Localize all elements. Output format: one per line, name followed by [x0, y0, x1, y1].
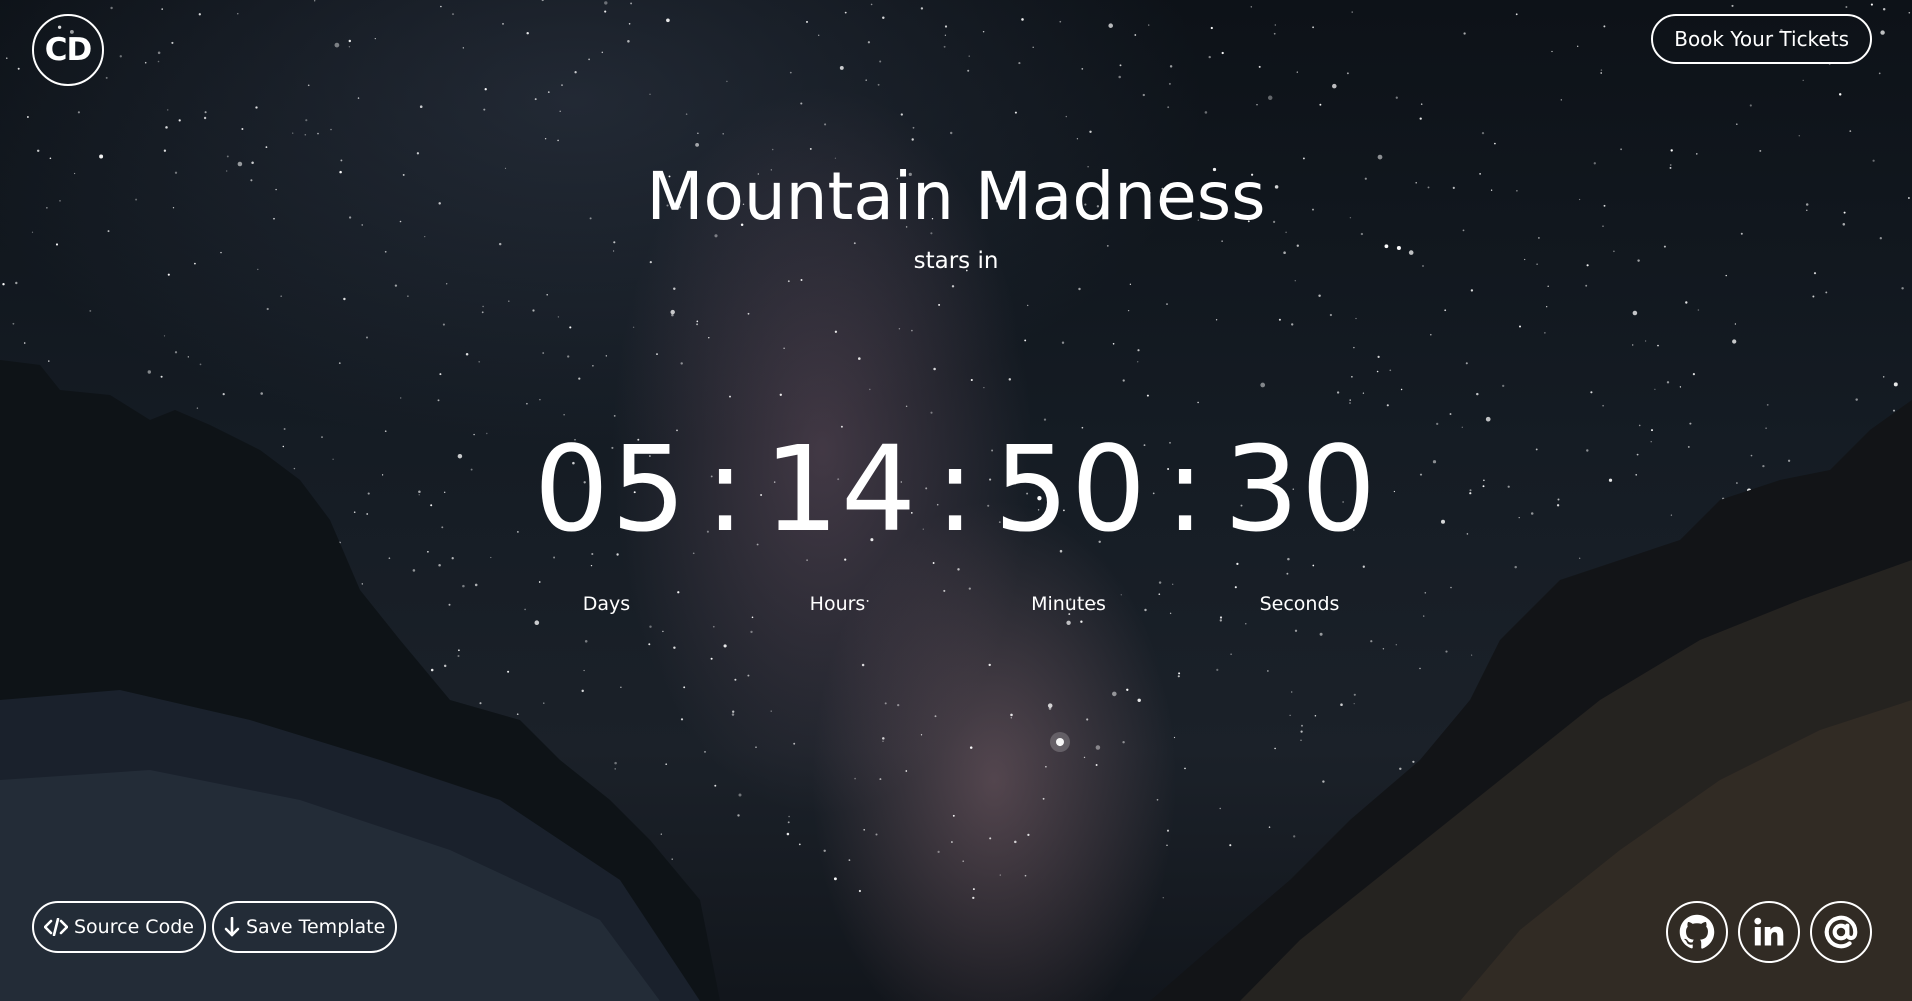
github-link[interactable] — [1666, 901, 1728, 963]
at-sign-icon — [1822, 913, 1860, 951]
book-tickets-label: Book Your Tickets — [1674, 27, 1849, 51]
linkedin-link[interactable] — [1738, 901, 1800, 963]
brand-logo[interactable]: CD — [32, 14, 104, 86]
email-link[interactable] — [1810, 901, 1872, 963]
logo-text: CD — [44, 32, 92, 68]
countdown-page: CD Book Your Tickets Mountain Madness st… — [0, 0, 1912, 1001]
countdown-seconds: 30 — [1223, 420, 1379, 558]
label-hours: Hours — [809, 593, 866, 615]
countdown-minutes: 50 — [993, 420, 1149, 558]
book-tickets-button[interactable]: Book Your Tickets — [1651, 14, 1872, 64]
label-days: Days — [582, 593, 631, 615]
social-links — [1666, 901, 1872, 963]
event-title: Mountain Madness — [646, 158, 1266, 235]
countdown-labels: Days Hours Minutes Seconds — [0, 593, 1912, 615]
source-code-label: Source Code — [74, 916, 194, 938]
source-code-button[interactable]: Source Code — [32, 901, 206, 953]
event-subtitle: stars in — [913, 248, 999, 274]
countdown-days: 05 — [533, 420, 689, 558]
countdown-separator: : — [705, 420, 747, 558]
download-arrow-icon — [224, 917, 240, 937]
code-icon — [44, 918, 68, 936]
countdown-separator: : — [1165, 420, 1207, 558]
label-minutes: Minutes — [1031, 593, 1106, 615]
label-seconds: Seconds — [1259, 593, 1340, 615]
countdown-separator: : — [935, 420, 977, 558]
save-template-label: Save Template — [245, 916, 386, 938]
linkedin-icon — [1752, 915, 1786, 949]
github-icon — [1679, 914, 1715, 950]
countdown-hours: 14 — [763, 420, 919, 558]
save-template-button[interactable]: Save Template — [211, 901, 398, 953]
countdown-timer: 05 : 14 : 50 : 30 — [0, 420, 1912, 558]
footer-actions: Source Code Save Template — [32, 901, 398, 953]
